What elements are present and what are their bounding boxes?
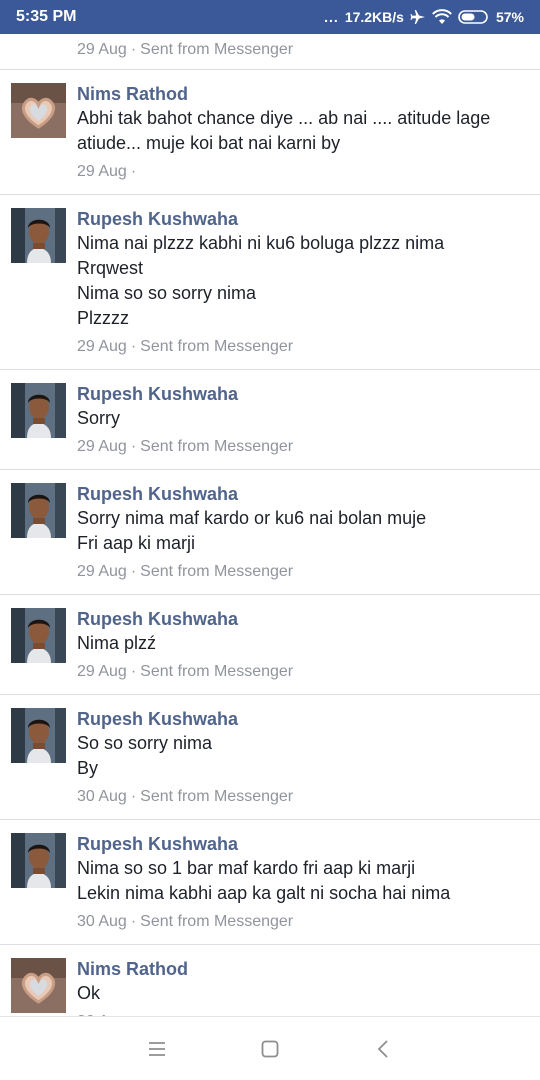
message-date: 29 Aug	[77, 663, 127, 680]
message-meta: 29 Aug · Sent from Messenger	[77, 336, 522, 358]
top-partial-item: 29 Aug · Sent from Messenger	[0, 34, 540, 70]
avatar[interactable]	[11, 958, 66, 1013]
message-item[interactable]: Rupesh Kushwaha Nima plzź 29 Aug · Sent from…	[0, 595, 540, 695]
message-text-line: atiude... muje koi bat nai karni by	[77, 133, 341, 153]
message-text-line: Rrqwest	[77, 258, 144, 278]
avatar[interactable]	[11, 83, 66, 138]
sent-from-link[interactable]: Sent from Messenger	[140, 913, 293, 930]
message-text-line: Nima so so 1 bar maf kardo fri aap ki ma…	[77, 858, 416, 878]
message-meta: 30 Aug · Sent from Messenger	[77, 786, 522, 808]
sender-name[interactable]: Rupesh Kushwaha	[77, 382, 522, 406]
android-nav-bar	[0, 1016, 540, 1080]
sender-name[interactable]: Rupesh Kushwaha	[77, 832, 522, 856]
message-item[interactable]: Rupesh Kushwaha Sorry 29 Aug · Sent from Mes…	[0, 370, 540, 470]
sender-name[interactable]: Rupesh Kushwaha	[77, 607, 522, 631]
meta-separator: ·	[130, 163, 137, 180]
message-date: 29 Aug	[77, 41, 127, 58]
avatar[interactable]	[11, 833, 66, 888]
meta-separator: ·	[130, 338, 137, 355]
message-item[interactable]: Rupesh Kushwaha Nima nai plzzz kabhi ni k…	[0, 195, 540, 370]
message-date: 29 Aug	[77, 338, 127, 355]
meta-separator: ·	[130, 663, 137, 680]
message-text-line: Plzzzz	[77, 308, 130, 328]
message-date: 29 Aug	[77, 563, 127, 580]
message-meta: 29 Aug · Sent from Messenger	[77, 561, 522, 583]
status-indicators: ... 17.2KB/s 57%	[324, 9, 524, 25]
message-text-line: Ok	[77, 983, 101, 1003]
sender-name[interactable]: Nims Rathod	[77, 82, 522, 106]
message-item[interactable]: Nims RathodOk30 Aug·	[0, 945, 540, 1016]
sender-name[interactable]: Rupesh Kushwaha	[77, 207, 522, 231]
sender-name[interactable]: Nims Rathod	[77, 957, 522, 981]
message-date: 29 Aug	[77, 438, 127, 455]
message-item[interactable]: Rupesh Kushwaha So so sorry nima By 30 Aug ·…	[0, 695, 540, 820]
meta-separator: ·	[130, 41, 137, 58]
network-speed: 17.2KB/s	[344, 9, 404, 25]
avatar[interactable]	[11, 608, 66, 663]
message-text-line: Nima plzź	[77, 633, 157, 653]
message-text-line: Fri aap ki marji	[77, 533, 196, 553]
battery-percent: 57%	[495, 9, 524, 25]
sender-name[interactable]: Rupesh Kushwaha	[77, 707, 522, 731]
meta-separator: ·	[130, 563, 137, 580]
message-text-line: So so sorry nima	[77, 733, 213, 753]
message-date: 30 Aug	[77, 788, 127, 805]
status-bar: 5:35 PM ... 17.2KB/s 57%	[0, 0, 540, 34]
message-text-line: Nima nai plzzz kabhi ni ku6 boluga plzzz…	[77, 233, 445, 253]
message-text-line: Lekin nima kabhi aap ka galt ni socha ha…	[77, 883, 451, 903]
message-text-line: Abhi tak bahot chance diye ... ab nai ..…	[77, 108, 491, 128]
sent-from-link[interactable]: Sent from Messenger	[140, 438, 293, 455]
message-list: Nims Rathod Abhi tak bahot chance diye ..…	[0, 70, 540, 1016]
airplane-icon	[410, 9, 426, 25]
meta-separator: ·	[130, 438, 137, 455]
avatar[interactable]	[11, 208, 66, 263]
wifi-icon	[432, 9, 452, 25]
status-time: 5:35 PM	[16, 8, 77, 25]
sender-name[interactable]: Rupesh Kushwaha	[77, 482, 522, 506]
message-meta: 29 Aug · Sent from Messenger	[77, 436, 522, 458]
message-feed[interactable]: 29 Aug · Sent from Messenger Nims Rathod Ab…	[0, 34, 540, 1016]
menu-icon[interactable]	[137, 1029, 177, 1069]
avatar[interactable]	[11, 483, 66, 538]
avatar[interactable]	[11, 708, 66, 763]
message-text-line: Sorry	[77, 408, 121, 428]
home-square-icon[interactable]	[250, 1029, 290, 1069]
meta-separator: ·	[130, 913, 137, 930]
message-meta: 30 Aug · Sent from Messenger	[77, 911, 522, 933]
sent-from-link[interactable]: Sent from Messenger	[140, 41, 293, 58]
message-item[interactable]: Rupesh Kushwaha Nima so so 1 bar maf kard…	[0, 820, 540, 945]
meta-separator: ·	[130, 788, 137, 805]
avatar[interactable]	[11, 383, 66, 438]
sent-from-link[interactable]: Sent from Messenger	[140, 563, 293, 580]
message-date: 29 Aug	[77, 163, 127, 180]
message-meta: 29 Aug ·	[77, 161, 522, 183]
sent-from-link[interactable]: Sent from Messenger	[140, 338, 293, 355]
message-date: 30 Aug	[77, 913, 127, 930]
sent-from-link[interactable]: Sent from Messenger	[140, 788, 293, 805]
message-item[interactable]: Rupesh Kushwaha Sorry nima maf kardo or k…	[0, 470, 540, 595]
notification-dots-icon: ...	[324, 9, 339, 25]
message-meta: 29 Aug · Sent from Messenger	[77, 39, 540, 61]
message-text-line: Sorry nima maf kardo or ku6 nai bolan mu…	[77, 508, 427, 528]
message-item[interactable]: Nims Rathod Abhi tak bahot chance diye ..…	[0, 70, 540, 195]
message-text-line: Nima so so sorry nima	[77, 283, 257, 303]
message-text-line: By	[77, 758, 99, 778]
sent-from-link[interactable]: Sent from Messenger	[140, 663, 293, 680]
battery-icon	[458, 9, 490, 25]
back-chevron-icon[interactable]	[363, 1029, 403, 1069]
message-meta: 29 Aug · Sent from Messenger	[77, 661, 522, 683]
